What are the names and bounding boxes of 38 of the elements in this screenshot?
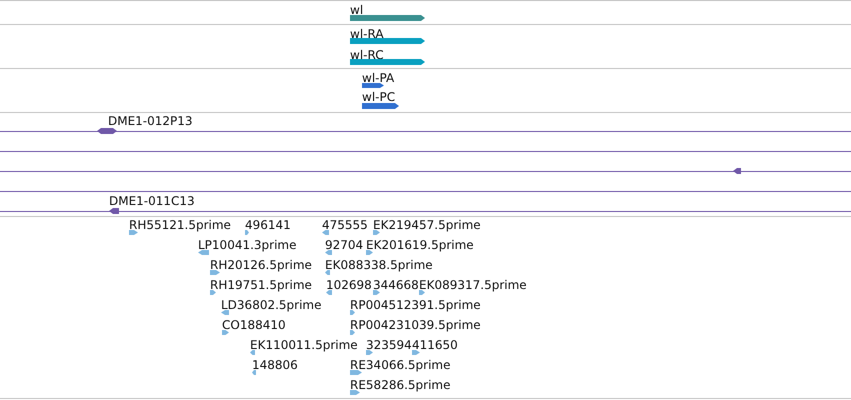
feature-label[interactable]: RH20126.5prime [210, 258, 312, 272]
feature-label[interactable]: EK088338.5prime [325, 258, 433, 272]
feature-glyph[interactable] [362, 103, 399, 109]
feature-label[interactable]: 496141 [245, 218, 291, 232]
feature-label[interactable]: LD36802.5prime [221, 298, 322, 312]
feature-label[interactable]: wl-PC [362, 90, 396, 104]
feature-label[interactable]: CO188410 [222, 318, 286, 332]
feature-label[interactable]: 102698 [326, 278, 372, 292]
feature-label[interactable]: EK089317.5prime [419, 278, 527, 292]
feature-label[interactable]: 411650 [412, 338, 458, 352]
feature-label[interactable]: wl-RC [350, 48, 384, 62]
feature-label[interactable]: DME1-012P13 [108, 114, 193, 128]
feature-label[interactable]: 475555 [322, 218, 368, 232]
feature-label[interactable]: wl [350, 3, 364, 17]
feature-label[interactable]: RP004231039.5prime [350, 318, 481, 332]
feature-glyph[interactable] [109, 208, 119, 214]
feature-label[interactable]: RE58286.5prime [350, 378, 450, 392]
feature-glyph[interactable] [362, 83, 384, 88]
feature-label[interactable]: DME1-011C13 [109, 194, 195, 208]
feature-label[interactable]: EK219457.5prime [373, 218, 481, 232]
feature-label[interactable]: 323594 [366, 338, 412, 352]
feature-label[interactable]: RP004512391.5prime [350, 298, 481, 312]
feature-label[interactable]: EK201619.5prime [366, 238, 474, 252]
feature-label[interactable]: RH19751.5prime [210, 278, 312, 292]
feature-label[interactable]: EK110011.5prime [250, 338, 358, 352]
feature-label[interactable]: 92704 [325, 238, 364, 252]
feature-glyph[interactable] [350, 15, 425, 21]
feature-label[interactable]: 344668 [373, 278, 419, 292]
feature-glyph[interactable] [733, 168, 741, 174]
feature-glyph[interactable] [350, 38, 425, 44]
feature-label[interactable]: RH55121.5prime [129, 218, 231, 232]
feature-glyph[interactable] [350, 59, 425, 65]
feature-label[interactable]: wl-RA [350, 27, 384, 41]
feature-label[interactable]: LP10041.3prime [198, 238, 297, 252]
feature-label[interactable]: RE34066.5prime [350, 358, 450, 372]
feature-label[interactable]: wl-PA [362, 71, 394, 85]
feature-label[interactable]: 148806 [252, 358, 298, 372]
feature-glyph[interactable] [97, 128, 117, 134]
